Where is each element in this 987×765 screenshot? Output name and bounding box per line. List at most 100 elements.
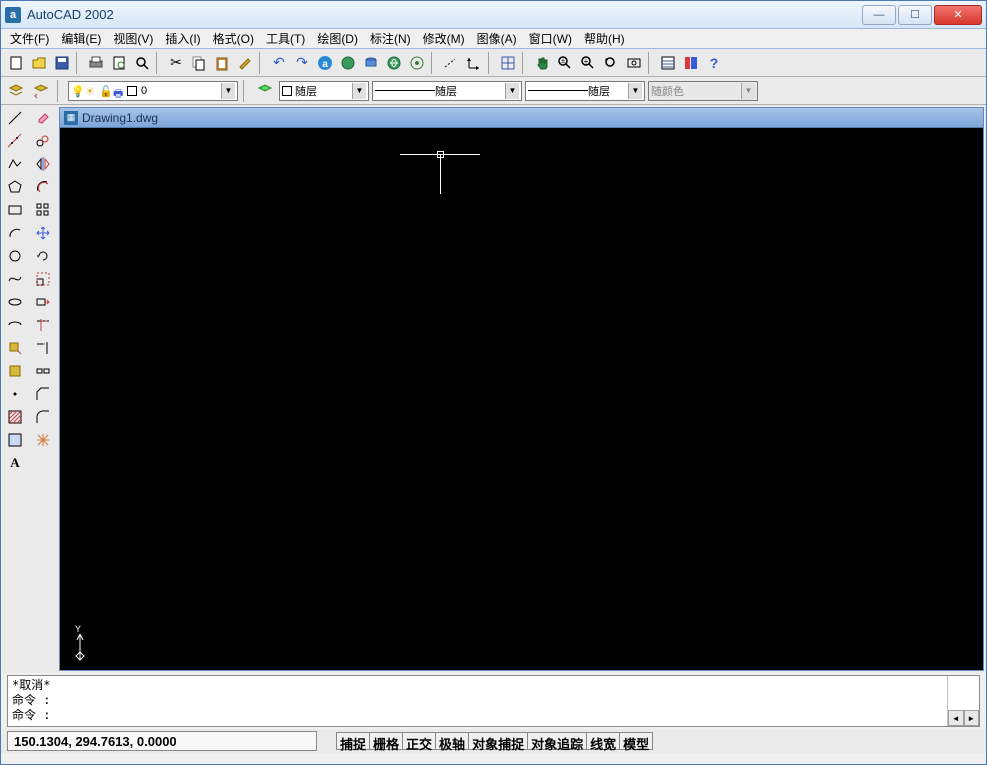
distance-icon[interactable]: [440, 52, 462, 74]
spline-icon[interactable]: [4, 268, 26, 289]
rectangle-icon[interactable]: [4, 199, 26, 220]
scale-icon[interactable]: [32, 268, 54, 289]
arc-icon[interactable]: [4, 222, 26, 243]
erase-icon[interactable]: [32, 107, 54, 128]
point-icon[interactable]: [4, 383, 26, 404]
move-icon[interactable]: [32, 222, 54, 243]
insert-block-icon[interactable]: [4, 337, 26, 358]
mtext-icon[interactable]: A: [4, 452, 26, 473]
stretch-icon[interactable]: [32, 291, 54, 312]
minimize-button[interactable]: —: [862, 5, 896, 25]
menu-edit[interactable]: 编辑(E): [56, 29, 106, 48]
insert-hyperlink-icon[interactable]: [383, 52, 405, 74]
new-icon[interactable]: [5, 52, 27, 74]
print-icon[interactable]: [85, 52, 107, 74]
linetype-combo[interactable]: 随层 ▼: [372, 81, 522, 101]
find-icon[interactable]: [131, 52, 153, 74]
ellipse-icon[interactable]: [4, 291, 26, 312]
ucs-icon[interactable]: [463, 52, 485, 74]
mirror-icon[interactable]: [32, 153, 54, 174]
line-icon[interactable]: [4, 107, 26, 128]
save-icon[interactable]: [51, 52, 73, 74]
color-combo[interactable]: 随层 ▼: [279, 81, 369, 101]
lineweight-combo[interactable]: 随层 ▼: [525, 81, 645, 101]
lwt-toggle[interactable]: 线宽: [586, 732, 620, 750]
help-icon[interactable]: ?: [703, 52, 725, 74]
otrack-toggle[interactable]: 对象追踪: [527, 732, 587, 750]
redo-icon[interactable]: ↷: [291, 52, 313, 74]
drawing-titlebar[interactable]: ▦ Drawing1.dwg: [60, 108, 983, 128]
cut-icon[interactable]: ✂: [165, 52, 187, 74]
designcenter-icon[interactable]: [680, 52, 702, 74]
redraw-icon[interactable]: [497, 52, 519, 74]
make-layer-current-icon[interactable]: [254, 80, 276, 102]
open-icon[interactable]: [28, 52, 50, 74]
pan-icon[interactable]: [531, 52, 553, 74]
browser-icon[interactable]: [337, 52, 359, 74]
maximize-button[interactable]: ☐: [898, 5, 932, 25]
dbconnect-icon[interactable]: [360, 52, 382, 74]
dropdown-arrow-icon[interactable]: ▼: [221, 83, 235, 99]
menu-dimension[interactable]: 标注(N): [365, 29, 416, 48]
menu-modify[interactable]: 修改(M): [418, 29, 470, 48]
dropdown-arrow-icon[interactable]: ▼: [628, 83, 642, 99]
dropdown-arrow-icon[interactable]: ▼: [352, 83, 366, 99]
polar-toggle[interactable]: 极轴: [435, 732, 469, 750]
layer-combo[interactable]: 💡 ☀ 🔓 🖶 0 ▼: [68, 81, 238, 101]
copy-object-icon[interactable]: [32, 130, 54, 151]
fillet-icon[interactable]: [32, 406, 54, 427]
copy-icon[interactable]: [188, 52, 210, 74]
array-icon[interactable]: [32, 199, 54, 220]
zoom-realtime-icon[interactable]: ±: [554, 52, 576, 74]
layer-previous-icon[interactable]: [30, 80, 52, 102]
dropdown-arrow-icon[interactable]: ▼: [505, 83, 519, 99]
menu-view[interactable]: 视图(V): [108, 29, 158, 48]
explode-icon[interactable]: [32, 429, 54, 450]
menu-window[interactable]: 窗口(W): [524, 29, 577, 48]
coordinate-display[interactable]: 150.1304, 294.7613, 0.0000: [7, 731, 317, 751]
today-icon[interactable]: a: [314, 52, 336, 74]
menu-format[interactable]: 格式(O): [208, 29, 259, 48]
tracking-icon[interactable]: [406, 52, 428, 74]
ellipse-arc-icon[interactable]: [4, 314, 26, 335]
menu-draw[interactable]: 绘图(D): [312, 29, 363, 48]
command-text[interactable]: *取消* 命令 : 命令 :: [8, 676, 947, 726]
chamfer-icon[interactable]: [32, 383, 54, 404]
rotate-icon[interactable]: [32, 245, 54, 266]
polyline-icon[interactable]: [4, 153, 26, 174]
circle-icon[interactable]: [4, 245, 26, 266]
close-button[interactable]: ✕: [934, 5, 982, 25]
match-properties-icon[interactable]: [234, 52, 256, 74]
menu-insert[interactable]: 插入(I): [160, 29, 205, 48]
print-preview-icon[interactable]: [108, 52, 130, 74]
menu-file[interactable]: 文件(F): [5, 29, 54, 48]
zoom-window-icon[interactable]: +: [577, 52, 599, 74]
grid-toggle[interactable]: 栅格: [369, 732, 403, 750]
zoom-previous-icon[interactable]: [600, 52, 622, 74]
layer-manager-icon[interactable]: [5, 80, 27, 102]
make-block-icon[interactable]: [4, 360, 26, 381]
offset-icon[interactable]: [32, 176, 54, 197]
trim-icon[interactable]: [32, 314, 54, 335]
model-toggle[interactable]: 模型: [619, 732, 653, 750]
scroll-right-button[interactable]: ►: [964, 710, 980, 726]
scroll-left-button[interactable]: ◄: [948, 710, 964, 726]
polygon-icon[interactable]: [4, 176, 26, 197]
named-views-icon[interactable]: [623, 52, 645, 74]
region-icon[interactable]: [4, 429, 26, 450]
undo-icon[interactable]: ↶: [268, 52, 290, 74]
command-window[interactable]: *取消* 命令 : 命令 : ◄ ►: [7, 675, 980, 727]
extend-icon[interactable]: [32, 337, 54, 358]
osnap-toggle[interactable]: 对象捕捉: [468, 732, 528, 750]
hatch-icon[interactable]: [4, 406, 26, 427]
paste-icon[interactable]: [211, 52, 233, 74]
snap-toggle[interactable]: 捕捉: [336, 732, 370, 750]
break-icon[interactable]: [32, 360, 54, 381]
construction-line-icon[interactable]: [4, 130, 26, 151]
ortho-toggle[interactable]: 正交: [402, 732, 436, 750]
properties-icon[interactable]: [657, 52, 679, 74]
drawing-canvas[interactable]: Y: [60, 128, 983, 670]
menu-image[interactable]: 图像(A): [472, 29, 522, 48]
menu-tools[interactable]: 工具(T): [261, 29, 310, 48]
menu-help[interactable]: 帮助(H): [579, 29, 630, 48]
